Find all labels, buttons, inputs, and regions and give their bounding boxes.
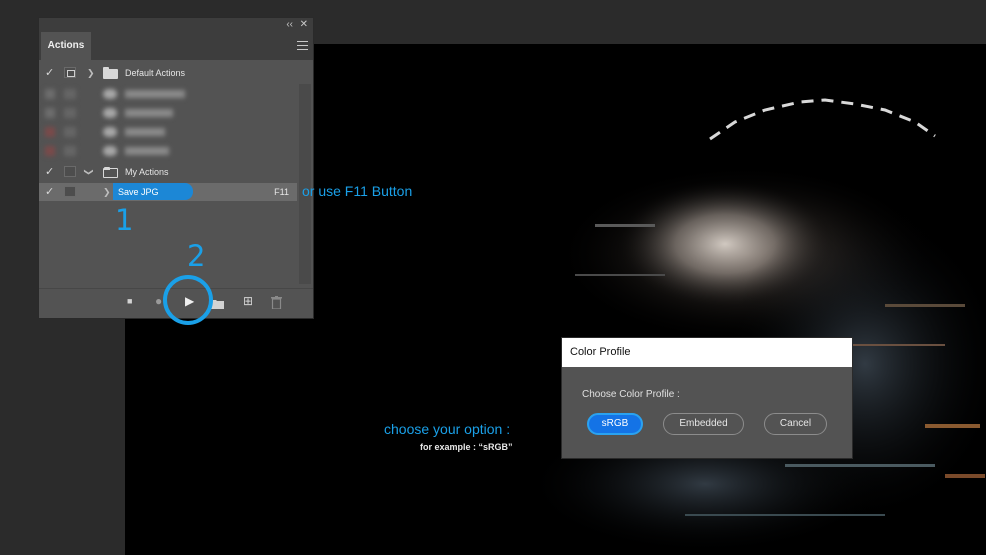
chevron-down-icon[interactable]: ❯ xyxy=(80,168,98,176)
chevron-right-icon[interactable]: ❯ xyxy=(87,64,95,82)
action-set-my-actions[interactable]: ✓ ❯ My Actions xyxy=(39,163,297,181)
collapse-panel-icon[interactable]: ‹‹ xyxy=(286,18,293,32)
chevron-right-icon[interactable]: ❯ xyxy=(103,183,111,201)
action-save-jpg[interactable]: ✓ ❯ Save JPG F11 xyxy=(39,183,297,201)
tab-actions[interactable]: Actions xyxy=(41,32,91,60)
folder-open-icon xyxy=(103,167,118,178)
shortcut-key: F11 xyxy=(274,187,289,197)
embedded-button[interactable]: Embedded xyxy=(663,413,744,435)
dialog-title: Color Profile xyxy=(562,338,852,367)
record-button[interactable]: ● xyxy=(155,293,162,309)
action-set-default[interactable]: ✓ ❯ Default Actions xyxy=(39,64,297,82)
check-icon[interactable]: ✓ xyxy=(45,64,57,82)
color-profile-dialog: Color Profile Choose Color Profile : sRG… xyxy=(561,337,853,459)
choose-option-text: choose your option : xyxy=(384,421,511,437)
stop-button[interactable]: ■ xyxy=(127,293,132,309)
dialog-toggle-icon[interactable] xyxy=(64,67,76,78)
action-set-label: My Actions xyxy=(125,167,169,177)
step-number-2: 2 xyxy=(187,239,206,273)
actions-panel: ‹‹ ✕ Actions ✓ ❯ Default Actions ✓ ❯ My … xyxy=(38,17,314,319)
panel-menu-icon[interactable] xyxy=(297,41,308,50)
step-number-1: 1 xyxy=(115,203,134,237)
blurred-action-row xyxy=(39,142,297,160)
panel-header-strip: ‹‹ ✕ xyxy=(39,18,313,32)
blurred-action-row xyxy=(39,85,297,103)
delete-trash-icon[interactable] xyxy=(271,296,282,313)
dialog-toggle-icon[interactable] xyxy=(64,166,76,177)
action-set-label: Default Actions xyxy=(125,68,186,78)
dialog-message: Choose Color Profile : xyxy=(582,389,680,400)
check-icon[interactable]: ✓ xyxy=(45,183,57,201)
dialog-toggle-icon[interactable] xyxy=(64,186,76,197)
f11-hint-text: or use F11 Button xyxy=(302,183,413,199)
panel-tab-bar: Actions xyxy=(39,32,313,60)
blurred-action-row xyxy=(39,104,297,122)
folder-icon xyxy=(103,67,118,79)
blurred-action-row xyxy=(39,123,297,141)
cancel-button[interactable]: Cancel xyxy=(764,413,827,435)
selected-action-highlight[interactable]: Save JPG xyxy=(113,183,193,200)
check-icon[interactable]: ✓ xyxy=(45,163,57,181)
action-label: Save JPG xyxy=(118,187,159,197)
highlight-circle xyxy=(163,275,213,325)
example-text: for example : “sRGB” xyxy=(420,442,513,452)
new-action-button[interactable]: ⊞ xyxy=(243,293,253,309)
close-icon[interactable]: ✕ xyxy=(300,18,308,32)
srgb-button[interactable]: sRGB xyxy=(587,413,643,435)
